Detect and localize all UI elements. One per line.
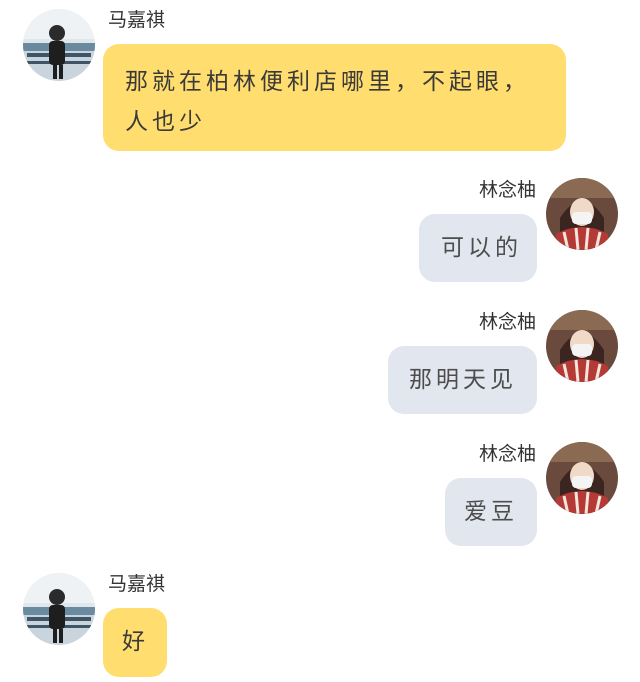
sender-avatar[interactable] xyxy=(546,442,618,514)
message-text-line: 人也少 xyxy=(125,109,206,135)
sender-name: 林念柚 xyxy=(478,443,536,465)
message-bubble[interactable]: 那明天见 xyxy=(388,346,537,414)
message-text-line: 那明天见 xyxy=(409,367,517,393)
sender-avatar[interactable] xyxy=(23,9,95,81)
sender-avatar[interactable] xyxy=(546,178,618,250)
message-bubble[interactable]: 爱豆 xyxy=(445,478,537,546)
message-text-line: 可以的 xyxy=(441,235,522,261)
sender-name: 林念柚 xyxy=(478,311,536,333)
message-bubble[interactable]: 好 xyxy=(103,608,167,677)
sender-avatar[interactable] xyxy=(546,310,618,382)
sender-avatar[interactable] xyxy=(23,573,95,645)
sender-name: 马嘉祺 xyxy=(108,573,166,595)
sender-name: 林念柚 xyxy=(478,179,536,201)
message-bubble[interactable]: 可以的 xyxy=(419,214,537,282)
sender-name: 马嘉祺 xyxy=(108,9,166,31)
message-text-line: 那就在柏林便利店哪里，不起眼， xyxy=(125,69,530,95)
message-bubble[interactable]: 那就在柏林便利店哪里，不起眼， 人也少 xyxy=(103,44,566,151)
message-text-line: 爱豆 xyxy=(464,499,518,525)
message-text-line: 好 xyxy=(122,629,149,655)
